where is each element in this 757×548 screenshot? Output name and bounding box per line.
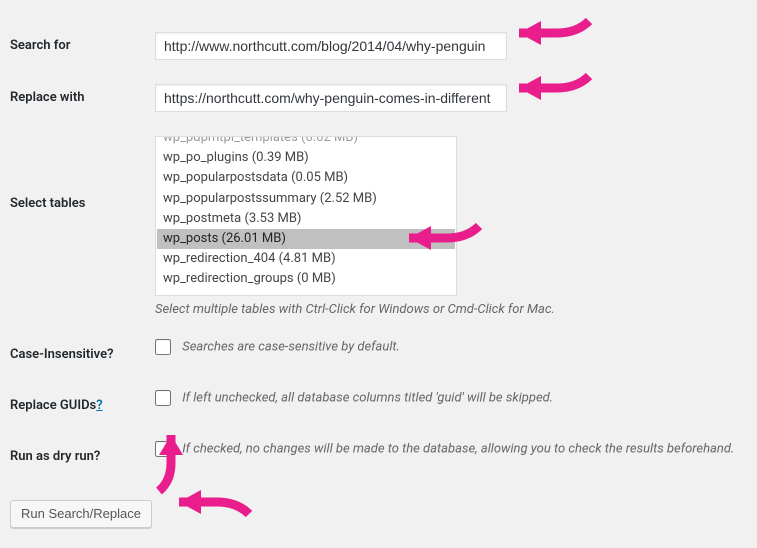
replace-with-label: Replace with xyxy=(10,72,155,124)
replace-guids-hint: If left unchecked, all database columns … xyxy=(182,390,553,405)
dry-run-label: Run as dry run? xyxy=(10,431,155,482)
table-option[interactable]: wp_redirection_404 (4.81 MB) xyxy=(157,249,455,269)
select-tables-hint: Select multiple tables with Ctrl-Click f… xyxy=(155,302,737,317)
table-option[interactable]: wp_pdpmtpl_templates (0.02 MB) xyxy=(157,136,455,148)
replace-guids-help-link[interactable]: ? xyxy=(96,398,102,413)
table-option[interactable]: wp_popularpostsdata (0.05 MB) xyxy=(157,168,455,188)
run-search-replace-button[interactable]: Run Search/Replace xyxy=(10,500,152,528)
replace-guids-label: Replace GUIDs? xyxy=(10,380,155,431)
table-option[interactable]: wp_po_plugins (0.39 MB) xyxy=(157,148,455,168)
case-insensitive-hint: Searches are case-sensitive by default. xyxy=(182,339,400,354)
select-tables-label: Select tables xyxy=(10,124,155,329)
replace-guids-checkbox[interactable] xyxy=(155,390,171,406)
case-insensitive-label: Case-Insensitive? xyxy=(10,329,155,380)
table-option[interactable]: wp_redirection_groups (0 MB) xyxy=(157,269,455,289)
replace-with-input[interactable] xyxy=(155,84,507,112)
search-for-input[interactable] xyxy=(155,32,507,60)
table-option[interactable]: wp_posts (26.01 MB) xyxy=(157,229,455,249)
table-option[interactable]: wp_popularpostssummary (2.52 MB) xyxy=(157,189,455,209)
case-insensitive-checkbox[interactable] xyxy=(155,339,171,355)
search-for-label: Search for xyxy=(10,20,155,72)
select-tables-list[interactable]: wp_pdpmtpl_templates (0.02 MB)wp_po_plug… xyxy=(155,136,457,296)
dry-run-hint: If checked, no changes will be made to t… xyxy=(182,441,734,456)
dry-run-checkbox[interactable] xyxy=(155,441,171,457)
table-option[interactable]: wp_postmeta (3.53 MB) xyxy=(157,209,455,229)
